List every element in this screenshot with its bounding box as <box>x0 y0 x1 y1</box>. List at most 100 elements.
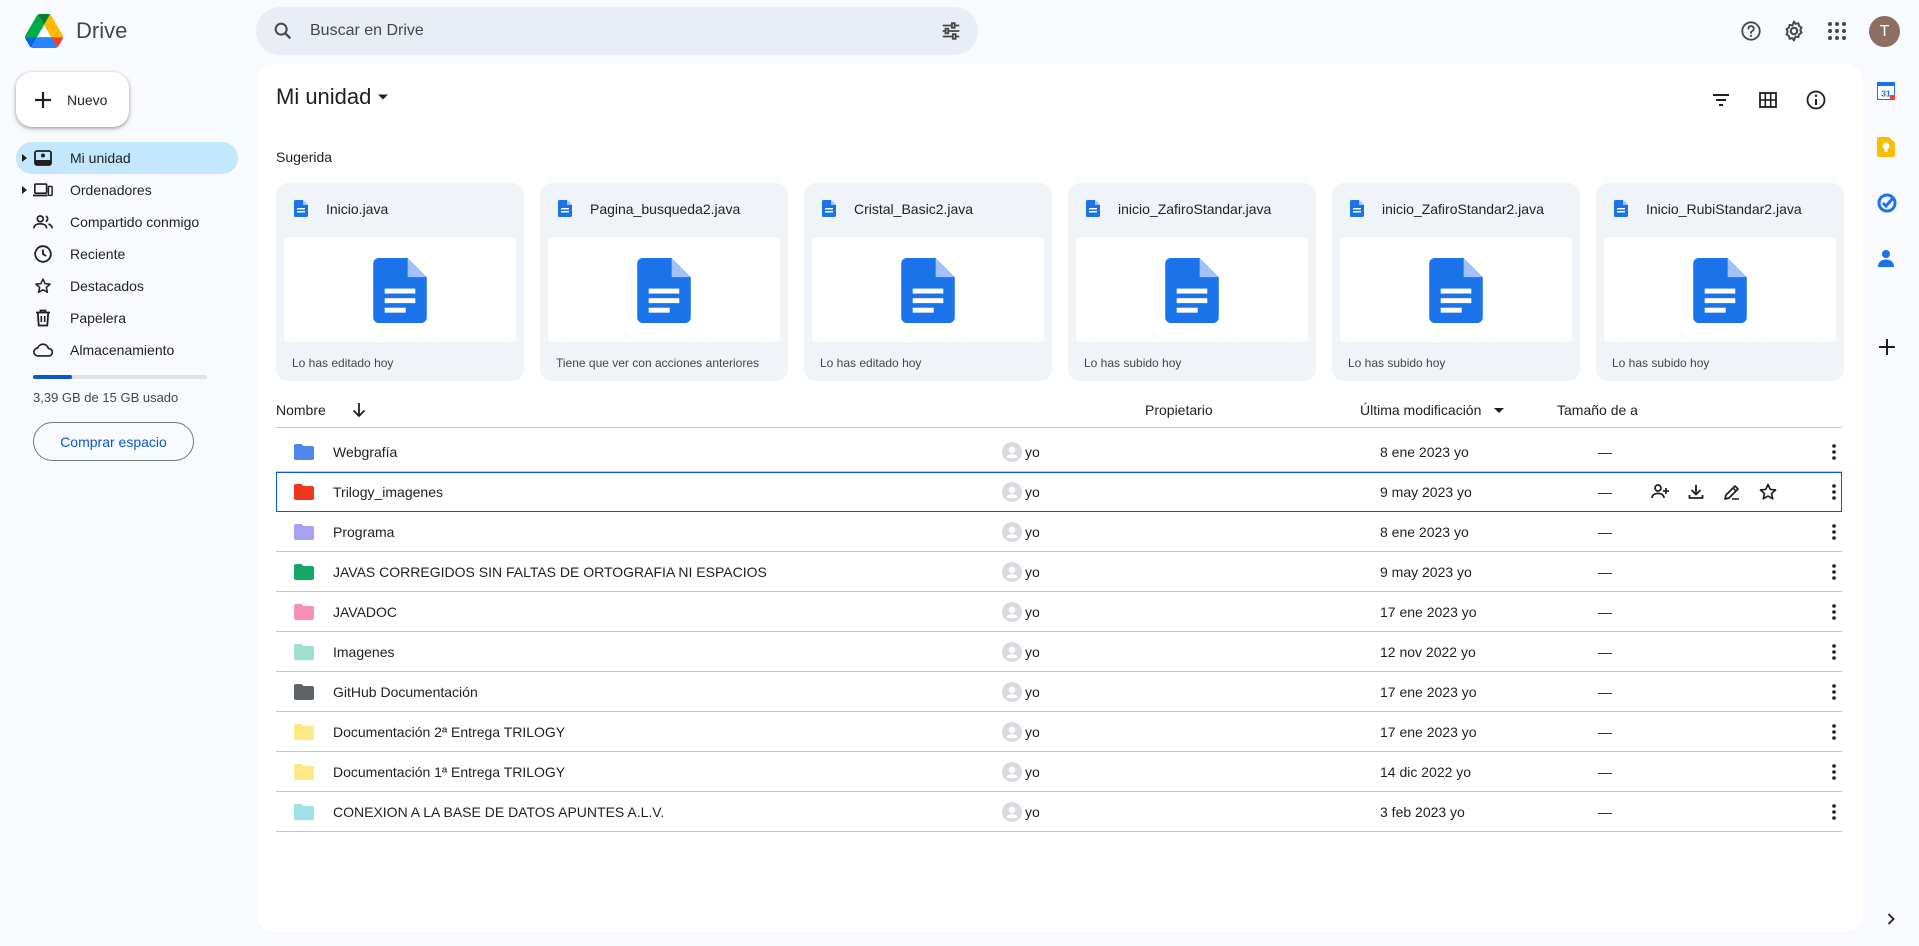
owner-avatar-icon <box>1002 762 1022 782</box>
new-button[interactable]: Nuevo <box>16 72 129 127</box>
file-owner: yo <box>1025 564 1040 580</box>
suggested-file-card[interactable]: Inicio_RubiStandar2.java Lo has subido h… <box>1596 183 1844 381</box>
file-name[interactable]: Documentación 1ª Entrega TRILOGY <box>333 764 565 780</box>
rename-pencil-icon[interactable] <box>1722 482 1742 502</box>
table-row[interactable]: Imagenes yo 12 nov 2022 yo — <box>276 632 1842 672</box>
table-row[interactable]: JAVADOC yo 17 ene 2023 yo — <box>276 592 1842 632</box>
doc-preview-icon <box>1693 257 1747 323</box>
filter-icon[interactable] <box>1704 83 1738 117</box>
file-name[interactable]: GitHub Documentación <box>333 684 478 700</box>
file-modified: 9 may 2023 yo <box>1380 564 1472 580</box>
calendar-icon[interactable]: 31 <box>1877 82 1895 100</box>
table-row[interactable]: Trilogy_imagenes yo 9 may 2023 yo — <box>276 472 1842 512</box>
sidebar-item-label: Papelera <box>70 310 127 326</box>
file-name[interactable]: Programa <box>333 524 394 540</box>
grid-view-icon[interactable] <box>1751 83 1785 117</box>
tasks-icon[interactable] <box>1877 193 1897 213</box>
table-row[interactable]: CONEXION A LA BASE DE DATOS APUNTES A.L.… <box>276 792 1842 832</box>
sidebar-item-storage[interactable]: Almacenamiento <box>16 334 238 366</box>
table-row[interactable]: Webgrafía yo 8 ene 2023 yo — <box>276 432 1842 472</box>
search-options-icon[interactable] <box>940 20 962 42</box>
file-thumbnail <box>548 238 780 342</box>
file-size: — <box>1598 444 1612 460</box>
file-size: — <box>1598 684 1612 700</box>
file-size: — <box>1598 564 1612 580</box>
expand-arrow-icon[interactable] <box>22 186 28 194</box>
folder-icon <box>294 484 314 500</box>
folder-icon <box>294 524 314 540</box>
column-header-name[interactable]: Nombre <box>276 402 326 418</box>
drive-logo[interactable]: Drive <box>24 14 127 48</box>
star-icon[interactable] <box>1758 482 1778 502</box>
file-size: — <box>1598 604 1612 620</box>
column-header-modified[interactable]: Última modificación <box>1360 402 1481 418</box>
sidebar-item-my-drive[interactable]: Mi unidad <box>16 142 238 174</box>
search-input[interactable]: Buscar en Drive <box>310 22 940 40</box>
sidebar-item-trash[interactable]: Papelera <box>16 302 238 334</box>
table-row[interactable]: Programa yo 8 ene 2023 yo — <box>276 512 1842 552</box>
sidebar-item-recent[interactable]: Reciente <box>16 238 238 270</box>
avatar[interactable]: T <box>1869 16 1900 47</box>
table-row[interactable]: Documentación 1ª Entrega TRILOGY yo 14 dic… <box>276 752 1842 792</box>
chevron-right-icon[interactable] <box>1887 913 1895 925</box>
column-header-owner[interactable]: Propietario <box>1145 402 1213 418</box>
download-icon[interactable] <box>1686 482 1706 502</box>
suggested-file-card[interactable]: inicio_ZafiroStandar2.java Lo has subido… <box>1332 183 1580 381</box>
help-icon[interactable] <box>1734 14 1768 48</box>
page-title[interactable]: Mi unidad <box>276 84 389 110</box>
trash-icon <box>36 309 50 327</box>
add-addon-plus-icon[interactable] <box>1879 339 1895 355</box>
suggested-file-name: Cristal_Basic2.java <box>854 200 974 217</box>
share-user-icon[interactable] <box>1650 482 1670 502</box>
suggested-file-name: Inicio_RubiStandar2.java <box>1646 200 1802 217</box>
more-options-icon[interactable] <box>1824 762 1844 782</box>
file-name[interactable]: Trilogy_imagenes <box>333 484 443 500</box>
suggested-file-card[interactable]: Pagina_busqueda2.java Tiene que ver con … <box>540 183 788 381</box>
file-thumbnail <box>1604 238 1836 342</box>
buy-storage-button[interactable]: Comprar espacio <box>33 422 194 461</box>
table-row[interactable]: Documentación 2ª Entrega TRILOGY yo 17 ene… <box>276 712 1842 752</box>
suggested-file-card[interactable]: Cristal_Basic2.java Lo has editado hoy <box>804 183 1052 381</box>
settings-gear-icon[interactable] <box>1777 14 1811 48</box>
sidebar-item-shared[interactable]: Compartido conmigo <box>16 206 238 238</box>
sidebar-item-computers[interactable]: Ordenadores <box>16 174 238 206</box>
search-icon[interactable] <box>272 20 294 42</box>
more-options-icon[interactable] <box>1824 802 1844 822</box>
file-name[interactable]: Documentación 2ª Entrega TRILOGY <box>333 724 565 740</box>
search-bar[interactable]: Buscar en Drive <box>256 7 978 55</box>
more-options-icon[interactable] <box>1824 522 1844 542</box>
suggested-file-card[interactable]: Inicio.java Lo has editado hoy <box>276 183 524 381</box>
file-name[interactable]: CONEXION A LA BASE DE DATOS APUNTES A.L.… <box>333 804 664 820</box>
more-options-icon[interactable] <box>1824 562 1844 582</box>
caret-down-icon <box>378 94 389 100</box>
apps-grid-icon[interactable] <box>1820 14 1854 48</box>
file-name[interactable]: JAVADOC <box>333 604 397 620</box>
file-name[interactable]: Imagenes <box>333 644 394 660</box>
folder-icon <box>294 604 314 620</box>
suggested-file-card[interactable]: inicio_ZafiroStandar.java Lo has subido … <box>1068 183 1316 381</box>
sidebar-item-starred[interactable]: Destacados <box>16 270 238 302</box>
column-header-size[interactable]: Tamaño de a <box>1557 402 1640 418</box>
info-icon[interactable] <box>1799 83 1833 117</box>
more-options-icon[interactable] <box>1824 722 1844 742</box>
more-options-icon[interactable] <box>1824 602 1844 622</box>
doc-file-icon <box>822 200 836 217</box>
table-row[interactable]: GitHub Documentación yo 17 ene 2023 yo — <box>276 672 1842 712</box>
sort-arrow-down-icon[interactable] <box>352 402 366 418</box>
more-options-icon[interactable] <box>1824 482 1844 502</box>
more-options-icon[interactable] <box>1824 442 1844 462</box>
file-name[interactable]: JAVAS CORREGIDOS SIN FALTAS DE ORTOGRAFI… <box>333 564 767 580</box>
shared-icon <box>33 215 53 229</box>
more-options-icon[interactable] <box>1824 682 1844 702</box>
file-name[interactable]: Webgrafía <box>333 444 397 460</box>
star-icon <box>35 278 51 294</box>
suggested-label: Sugerida <box>276 149 333 165</box>
contacts-icon[interactable] <box>1877 249 1895 267</box>
expand-arrow-icon[interactable] <box>22 154 28 162</box>
doc-file-icon <box>558 200 572 217</box>
table-row[interactable]: JAVAS CORREGIDOS SIN FALTAS DE ORTOGRAFI… <box>276 552 1842 592</box>
suggested-file-name: inicio_ZafiroStandar2.java <box>1382 200 1544 217</box>
more-options-icon[interactable] <box>1824 642 1844 662</box>
keep-notes-icon[interactable] <box>1877 137 1895 157</box>
caret-down-icon[interactable] <box>1494 408 1504 414</box>
